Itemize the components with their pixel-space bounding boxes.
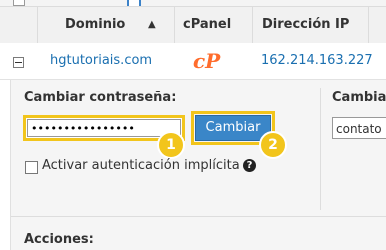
digest-auth-checkbox[interactable] — [25, 161, 38, 174]
section-divider — [11, 216, 386, 217]
cpanel-logo-icon[interactable]: cP — [193, 43, 220, 79]
domain-link[interactable]: hgtutoriais.com — [50, 43, 152, 79]
table-row: hgtutoriais.com cP 162.214.163.227 — [0, 43, 386, 80]
digest-auth-label: Activar autenticación implícita — [42, 158, 240, 173]
change-password-button[interactable]: Cambiar — [195, 115, 271, 141]
help-icon[interactable]: ? — [243, 159, 256, 172]
password-input[interactable] — [27, 119, 181, 137]
actions-label: Acciones: — [24, 232, 94, 247]
right-input[interactable]: contato — [332, 117, 386, 139]
sort-ascending-icon[interactable]: ▲ — [148, 7, 156, 43]
step-2-badge: 2 — [259, 131, 287, 159]
column-header-domain[interactable]: Dominio — [65, 7, 125, 43]
column-header-ip[interactable]: Dirección IP — [262, 7, 349, 43]
table-header: Dominio ▲ cPanel Dirección IP — [0, 6, 386, 44]
step-1-badge: 1 — [157, 131, 185, 159]
panel-divider — [320, 88, 321, 210]
ip-address: 162.214.163.227 — [261, 53, 373, 68]
right-section-label: Cambia — [332, 90, 386, 105]
column-header-cpanel: cPanel — [183, 17, 232, 32]
collapse-row-icon[interactable] — [13, 57, 24, 68]
change-password-label: Cambiar contraseña: — [24, 90, 177, 105]
